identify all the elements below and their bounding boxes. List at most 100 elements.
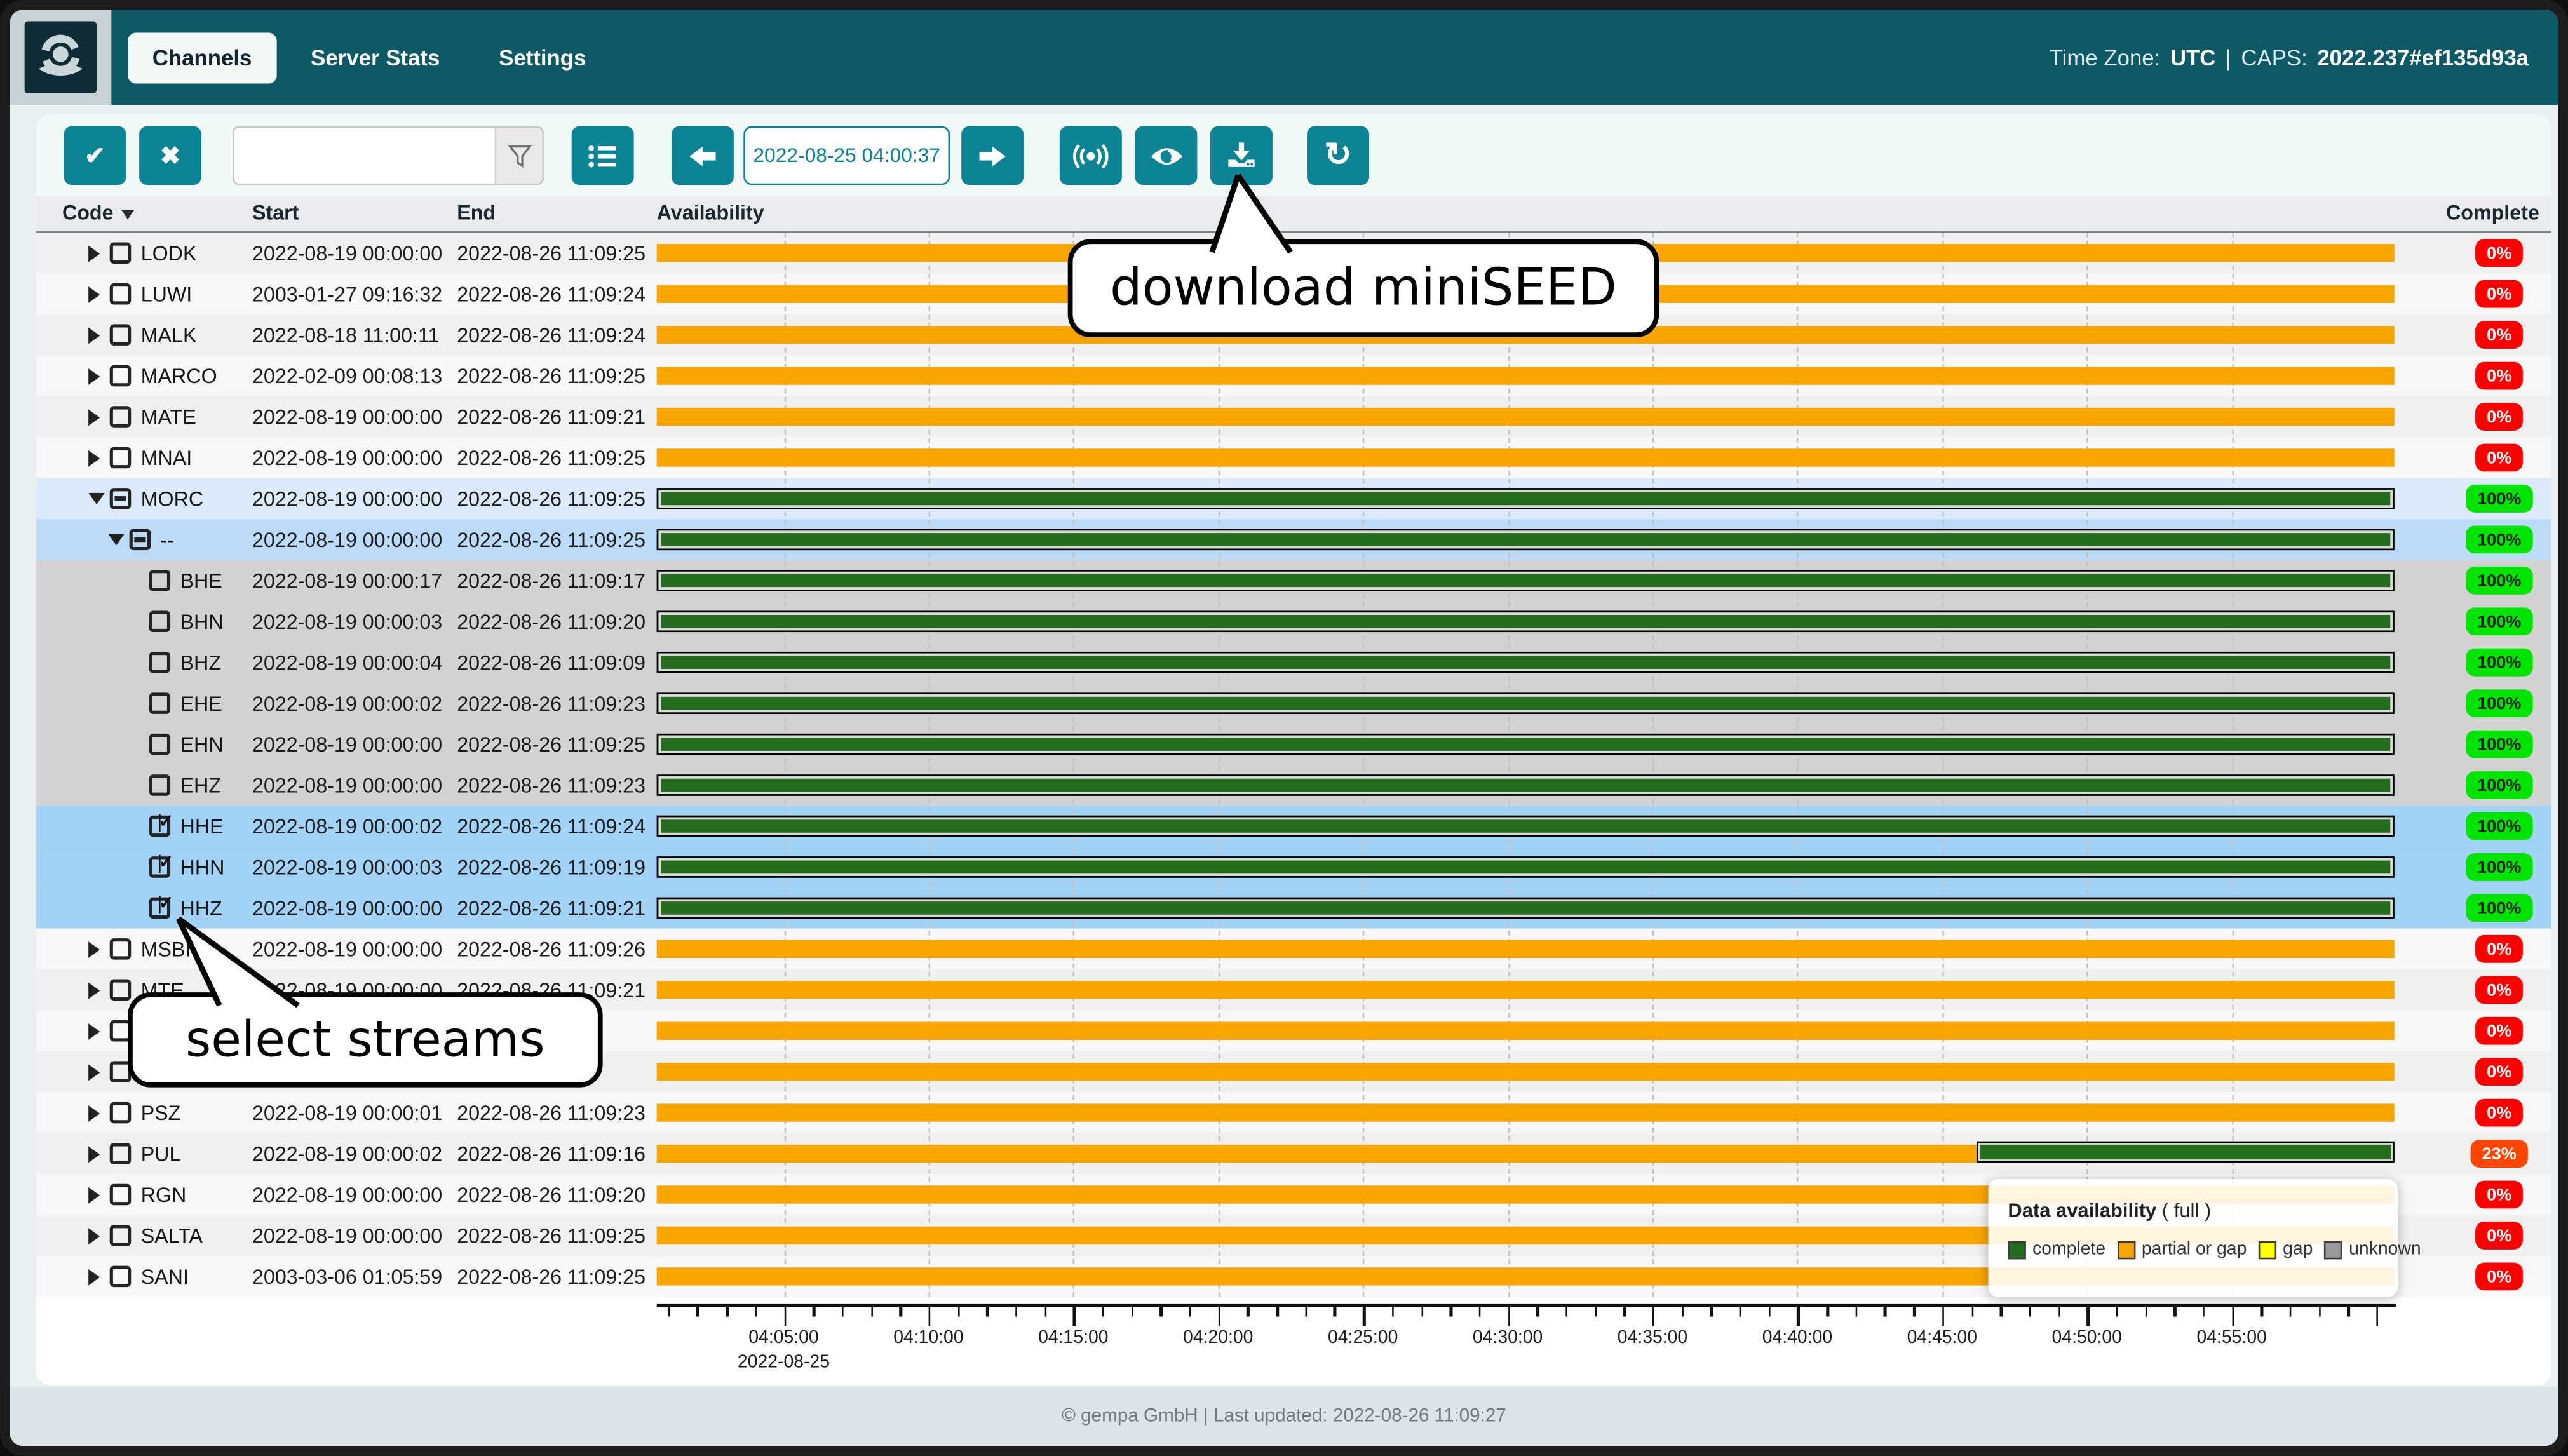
row-checkbox[interactable]: ✓ [149, 856, 171, 878]
row-checkbox[interactable] [110, 980, 132, 1001]
tab-server-stats[interactable]: Server Stats [287, 32, 464, 83]
row-psz[interactable]: PSZ2022-08-19 00:00:012022-08-26 11:09:2… [36, 1092, 2552, 1133]
availability-bar[interactable] [657, 774, 2395, 796]
download-button[interactable] [1210, 126, 1273, 185]
channel-code: LODK [141, 241, 197, 264]
expand-icon[interactable] [88, 941, 100, 957]
availability-bar[interactable] [657, 448, 2395, 466]
row-hhz[interactable]: ✓HHZ2022-08-19 00:00:002022-08-26 11:09:… [36, 887, 2552, 928]
expand-icon[interactable] [88, 368, 100, 384]
row-ehe[interactable]: EHE2022-08-19 00:00:022022-08-26 11:09:2… [36, 683, 2552, 724]
row-ehn[interactable]: EHN2022-08-19 00:00:002022-08-26 11:09:2… [36, 724, 2552, 764]
tab-settings[interactable]: Settings [474, 32, 611, 83]
channel-code: MSBI [141, 938, 191, 961]
availability-bar[interactable] [657, 652, 2395, 673]
availability-bar[interactable] [657, 856, 2395, 878]
row-checkbox[interactable] [110, 283, 132, 305]
row-pul[interactable]: PUL2022-08-19 00:00:022022-08-26 11:09:1… [36, 1133, 2552, 1174]
row-checkbox[interactable] [130, 529, 151, 551]
expand-icon[interactable] [88, 1105, 100, 1121]
row-bhn[interactable]: BHN2022-08-19 00:00:032022-08-26 11:09:2… [36, 601, 2552, 642]
availability-bar[interactable] [657, 816, 2395, 837]
row-checkbox[interactable] [110, 406, 132, 428]
row-checkbox[interactable] [149, 774, 171, 796]
refresh-button[interactable]: ↻ [1307, 126, 1369, 185]
row-checkbox[interactable] [110, 1225, 132, 1246]
row-checkbox[interactable] [110, 365, 132, 387]
row-checkbox[interactable] [110, 447, 132, 469]
step-forward-button[interactable] [961, 126, 1024, 185]
availability-bar[interactable] [657, 1103, 2395, 1121]
availability-bar[interactable] [657, 611, 2395, 633]
datetime-input[interactable] [743, 126, 950, 185]
expand-icon[interactable] [88, 1227, 100, 1244]
row-checkbox[interactable] [110, 1102, 132, 1124]
clear-selection-button[interactable]: ✖ [139, 126, 201, 185]
row-mnai[interactable]: MNAI2022-08-19 00:00:002022-08-26 11:09:… [36, 437, 2552, 478]
row-msbi[interactable]: MSBI2022-08-19 00:00:002022-08-26 11:09:… [36, 929, 2552, 969]
view-button[interactable] [1135, 126, 1197, 185]
row-checkbox[interactable] [149, 611, 171, 633]
collapse-icon[interactable] [108, 534, 125, 545]
row-checkbox[interactable]: ✓ [149, 898, 171, 919]
availability-bar[interactable] [657, 570, 2395, 591]
row-bhz[interactable]: BHZ2022-08-19 00:00:042022-08-26 11:09:0… [36, 642, 2552, 682]
row-checkbox[interactable] [110, 1143, 132, 1164]
complete-badge: 100% [2466, 731, 2532, 758]
expand-icon[interactable] [88, 327, 100, 343]
row-ehz[interactable]: EHZ2022-08-19 00:00:002022-08-26 11:09:2… [36, 765, 2552, 806]
row-checkbox[interactable] [149, 652, 171, 673]
availability-bar[interactable] [657, 692, 2395, 714]
realtime-button[interactable] [1060, 126, 1122, 185]
tab-channels[interactable]: Channels [128, 32, 276, 83]
row-checkbox[interactable] [110, 488, 132, 509]
step-back-button[interactable] [672, 126, 734, 185]
expand-icon[interactable] [88, 1145, 100, 1162]
row-checkbox[interactable] [110, 1184, 132, 1206]
filter-input[interactable] [234, 128, 496, 184]
row-checkbox[interactable] [110, 243, 132, 264]
expand-icon[interactable] [88, 408, 100, 425]
availability-bar[interactable] [657, 367, 2395, 384]
availability-bar[interactable] [657, 981, 2395, 999]
row-mate[interactable]: MATE2022-08-19 00:00:002022-08-26 11:09:… [36, 396, 2552, 437]
availability-bar[interactable] [657, 898, 2395, 919]
availability-bar[interactable] [657, 1145, 2395, 1163]
row-marco[interactable]: MARCO2022-02-09 00:08:132022-08-26 11:09… [36, 355, 2552, 396]
availability-bar[interactable] [657, 529, 2395, 551]
download-callout: download miniSEED [1068, 239, 1659, 337]
row-checkbox[interactable] [110, 324, 132, 346]
availability-bar[interactable] [657, 1063, 2395, 1081]
availability-bar[interactable] [657, 488, 2395, 509]
row-checkbox[interactable] [149, 570, 171, 591]
column-header-code[interactable]: Code [62, 201, 135, 224]
row-morc[interactable]: MORC2022-08-19 00:00:002022-08-26 11:09:… [36, 478, 2552, 519]
row-checkbox[interactable] [110, 938, 132, 960]
expand-icon[interactable] [88, 1269, 100, 1285]
availability-bar[interactable] [657, 940, 2395, 958]
apply-selection-button[interactable]: ✔ [64, 126, 126, 185]
availability-bar[interactable] [657, 408, 2395, 426]
row-checkbox[interactable] [149, 692, 171, 714]
availability-bar[interactable] [657, 1022, 2395, 1040]
row-loc[interactable]: --2022-08-19 00:00:002022-08-26 11:09:25… [36, 519, 2552, 560]
row-hhe[interactable]: ✓HHE2022-08-19 00:00:022022-08-26 11:09:… [36, 806, 2552, 846]
legend-partial-or-gap: partial or gap [2117, 1239, 2247, 1259]
availability-bar[interactable] [657, 734, 2395, 755]
collapse-icon[interactable] [88, 493, 105, 504]
row-checkbox[interactable] [110, 1266, 132, 1288]
expand-icon[interactable] [88, 245, 100, 261]
row-checkbox[interactable] [149, 734, 171, 755]
filter-button[interactable] [494, 128, 542, 184]
row-bhe[interactable]: BHE2022-08-19 00:00:172022-08-26 11:09:1… [36, 560, 2552, 601]
stream-list-button[interactable] [572, 126, 634, 185]
expand-icon[interactable] [88, 1187, 100, 1203]
channel-end: 2022-08-26 11:09:25 [457, 478, 645, 519]
expand-icon[interactable] [88, 450, 100, 466]
row-checkbox[interactable]: ✓ [149, 816, 171, 837]
expand-icon[interactable] [88, 981, 100, 998]
expand-icon[interactable] [88, 1023, 100, 1039]
row-hhn[interactable]: ✓HHN2022-08-19 00:00:032022-08-26 11:09:… [36, 847, 2552, 887]
expand-icon[interactable] [88, 286, 100, 302]
expand-icon[interactable] [88, 1063, 100, 1080]
